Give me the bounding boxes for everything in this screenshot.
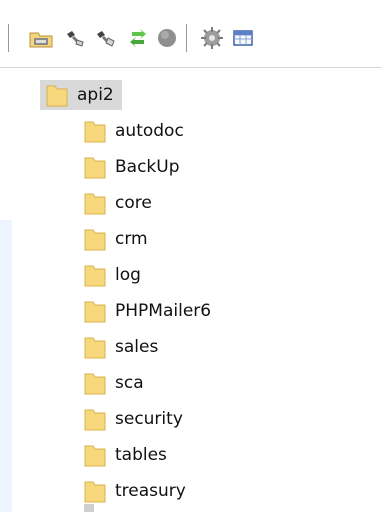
tree-folder-item[interactable]: BackUp <box>84 152 180 182</box>
folder-icon <box>84 263 106 287</box>
tree-folder-item[interactable]: PHPMailer6 <box>84 296 211 326</box>
tree-folder-item[interactable]: sales <box>84 332 158 362</box>
tree-root-label: api2 <box>77 85 114 105</box>
tree-folder-item[interactable]: log <box>84 260 141 290</box>
tree-folder-label: crm <box>115 229 148 249</box>
connect-icon[interactable] <box>91 24 119 52</box>
tree-folder-label: BackUp <box>115 157 180 177</box>
folder-icon <box>84 191 106 215</box>
refresh-icon[interactable] <box>124 24 152 52</box>
tree-folder-item[interactable]: security <box>84 404 183 434</box>
folder-icon <box>84 371 106 395</box>
stop-icon[interactable] <box>153 24 181 52</box>
folder-icon <box>84 299 106 323</box>
tree-folder-item[interactable]: crm <box>84 224 148 254</box>
partial-folder-indicator <box>84 504 94 512</box>
folder-icon <box>84 443 106 467</box>
tree-folder-label: autodoc <box>115 121 184 141</box>
tree-folder-item[interactable]: autodoc <box>84 116 184 146</box>
tree-folder-label: tables <box>115 445 167 465</box>
left-highlight-band <box>0 220 12 512</box>
toolbar <box>0 0 382 56</box>
tree-folder-label: sca <box>115 373 144 393</box>
tree-folder-label: core <box>115 193 152 213</box>
tree-folder-label: treasury <box>115 481 186 501</box>
tree-folder-item[interactable]: core <box>84 188 152 218</box>
tree-folder-label: sales <box>115 337 159 357</box>
toolbar-separator <box>186 24 187 52</box>
folder-icon <box>84 479 106 503</box>
tree-folder-item[interactable]: sca <box>84 368 144 398</box>
folder-tree: api2 autodoc BackUp core crm log PHPMail… <box>0 80 382 512</box>
toolbar-divider <box>0 67 382 68</box>
tree-folder-label: PHPMailer6 <box>115 301 212 321</box>
folder-icon <box>84 335 106 359</box>
tree-folder-item[interactable]: tables <box>84 440 167 470</box>
folder-icon <box>46 83 68 107</box>
settings-icon[interactable] <box>198 24 226 52</box>
tree-folder-label: security <box>115 409 183 429</box>
folder-icon <box>84 119 106 143</box>
tree-root-folder[interactable]: api2 <box>40 80 122 110</box>
tree-folder-item[interactable]: treasury <box>84 476 186 506</box>
open-icon[interactable] <box>27 24 55 52</box>
table-icon[interactable] <box>229 24 257 52</box>
folder-icon <box>84 155 106 179</box>
toolbar-separator <box>8 24 9 52</box>
folder-icon <box>84 407 106 431</box>
tree-folder-label: log <box>115 265 141 285</box>
disconnect-icon[interactable] <box>61 24 89 52</box>
folder-icon <box>84 227 106 251</box>
